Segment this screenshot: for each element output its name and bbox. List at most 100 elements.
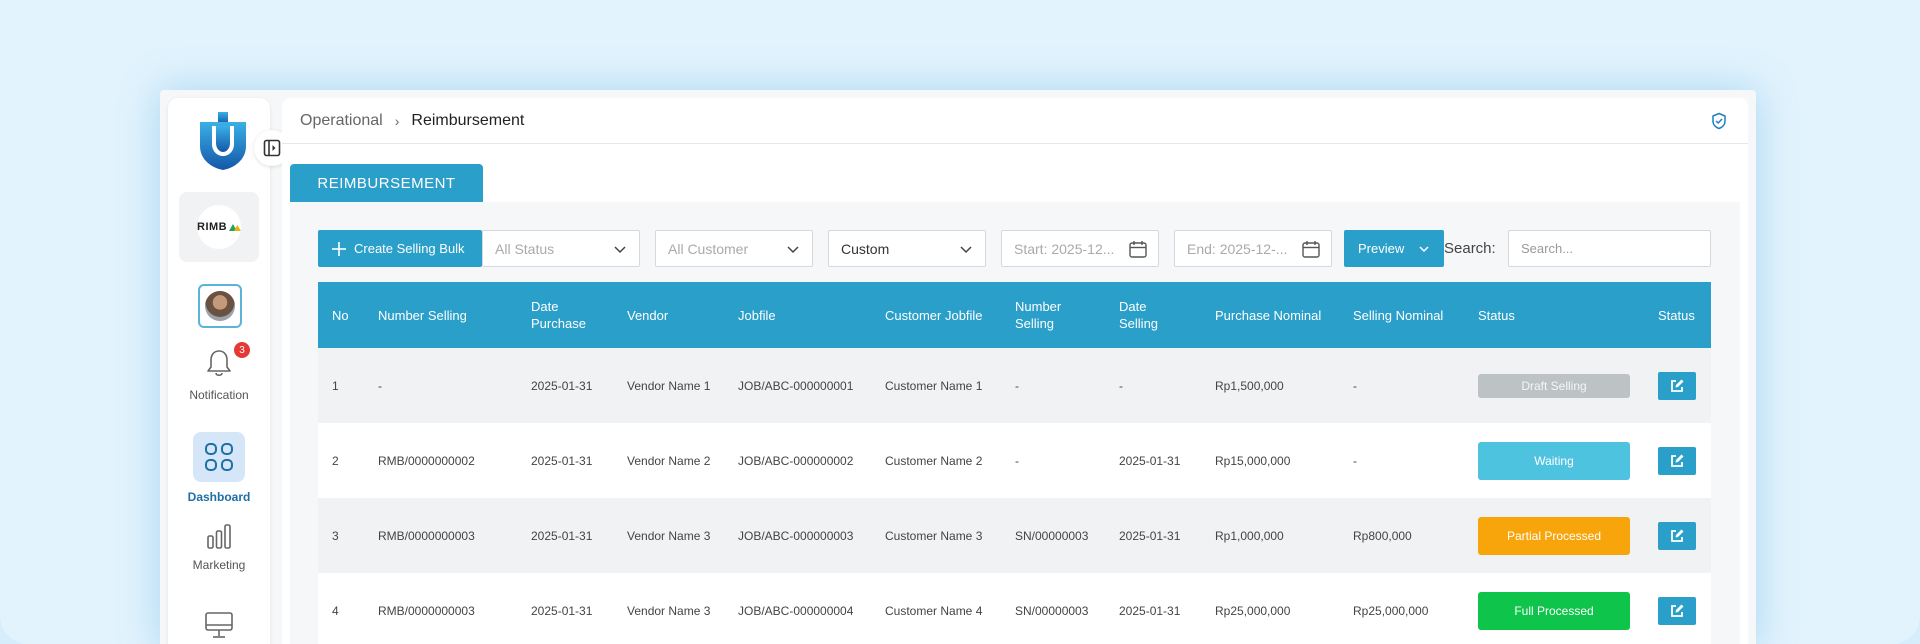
main-panel: REIMBURSEMENT Create Selling Bulk All St… [282,144,1748,644]
edit-button[interactable] [1658,446,1696,475]
notification-badge: 3 [234,342,250,358]
column-header-number-selling[interactable]: Number Selling [364,282,517,348]
chevron-down-icon [960,246,972,254]
period-filter-value: Custom [841,240,890,257]
user-avatar[interactable] [198,284,242,328]
breadcrumb-root[interactable]: Operational [300,112,383,130]
cell-number-selling2: - [1015,453,1019,468]
search-placeholder: Search... [1521,241,1574,256]
column-header-selling-nominal[interactable]: Selling Nominal [1339,282,1464,348]
cell-status: Waiting [1464,423,1644,498]
customer-filter-value: All Customer [668,240,749,257]
cell-number-selling2: SN/00000003 [1015,603,1089,618]
cell-date-purchase: 2025-01-31 [531,528,593,543]
table-header-row: No Number Selling Date Purchase Vendor Jo… [318,282,1711,348]
edit-button[interactable] [1658,596,1696,625]
cell-vendor: Vendor Name 1 [627,378,711,393]
cell-selling-nominal: Rp800,000 [1353,528,1412,543]
sidebar-item-notification[interactable]: 3 Notification [168,342,270,402]
cell-customer: Customer Name 1 [885,378,983,393]
status-filter-select[interactable]: All Status [482,230,640,267]
column-header-status[interactable]: Status [1464,282,1644,348]
preview-button[interactable]: Preview [1344,230,1444,267]
cell-date-selling: 2025-01-31 [1119,528,1181,543]
sidebar-item-label: Notification [189,388,249,402]
calendar-icon [1129,241,1147,258]
sidebar-toggle-icon [263,139,281,157]
cell-jobfile: JOB/ABC-000000001 [738,378,854,393]
cell-purchase-nominal: Rp15,000,000 [1215,453,1291,468]
start-date-input[interactable]: Start: 2025-12... [1001,230,1159,267]
bar-chart-icon [207,524,231,549]
create-selling-bulk-button[interactable]: Create Selling Bulk [318,230,482,267]
column-header-status-action[interactable]: Status [1644,282,1711,348]
header-line: Selling [1015,316,1055,331]
end-date-placeholder: End: 2025-12-... [1187,240,1288,257]
create-selling-bulk-label: Create Selling Bulk [354,241,465,256]
sidebar-item-monitor[interactable] [168,610,270,640]
chevron-down-icon [787,246,799,254]
cell-no: 2 [332,453,339,468]
column-header-date-selling[interactable]: Date Selling [1105,282,1201,348]
reimbursement-content: Create Selling Bulk All Status All Custo… [290,202,1740,644]
header-line: Number [1015,299,1062,314]
cell-action [1644,423,1711,498]
cell-purchase-nominal: Rp1,000,000 [1215,528,1284,543]
company-logo: RIMB [197,205,241,249]
column-header-date-purchase[interactable]: Date Purchase [517,282,613,348]
security-button[interactable] [1710,112,1728,135]
cell-customer: Customer Name 2 [885,453,983,468]
cell-jobfile: JOB/ABC-000000003 [738,528,854,543]
app-window: RIMB 3 Notification Dashboard Marketing … [160,90,1756,644]
period-filter-select[interactable]: Custom [828,230,986,267]
column-header-number-selling-2[interactable]: Number Selling [1001,282,1105,348]
status-badge: Partial Processed [1478,516,1630,555]
cell-action [1644,573,1711,644]
status-badge: Draft Selling [1478,373,1630,398]
column-header-customer-jobfile[interactable]: Customer Jobfile [871,282,1001,348]
table-row[interactable]: 3 RMB/0000000003 2025-01-31 Vendor Name 3 JO… [318,498,1711,573]
chevron-down-icon [1419,245,1429,252]
table-body: 1 - 2025-01-31 Vendor Name 1 JOB/ABC-0000000… [318,348,1711,644]
tab-reimbursement[interactable]: REIMBURSEMENT [290,164,483,202]
cell-selling-nominal: - [1353,453,1357,468]
column-header-purchase-nominal[interactable]: Purchase Nominal [1201,282,1339,348]
cell-date-purchase: 2025-01-31 [531,378,593,393]
cell-no: 4 [332,603,339,618]
shield-check-icon [1712,112,1726,130]
cell-selling-nominal: - [1353,378,1357,393]
cell-date-selling: 2025-01-31 [1119,603,1181,618]
company-switcher[interactable]: RIMB [179,192,259,262]
customer-filter-select[interactable]: All Customer [655,230,813,267]
app-logo[interactable] [198,112,248,172]
start-date-placeholder: Start: 2025-12... [1014,240,1115,257]
calendar-icon [1302,241,1320,258]
end-date-input[interactable]: End: 2025-12-... [1174,230,1332,267]
cell-number-selling2: SN/00000003 [1015,528,1089,543]
sidebar-item-dashboard[interactable]: Dashboard [168,432,270,504]
sidebar-item-marketing[interactable]: Marketing [168,522,270,572]
cell-purchase-nominal: Rp25,000,000 [1215,603,1291,618]
cell-number-selling: RMB/0000000003 [378,528,475,543]
column-header-jobfile[interactable]: Jobfile [724,282,871,348]
sidebar: RIMB 3 Notification Dashboard Marketing [168,98,290,644]
column-header-vendor[interactable]: Vendor [613,282,724,348]
table-row[interactable]: 4 RMB/0000000003 2025-01-31 Vendor Name 3 JO… [318,573,1711,644]
cell-vendor: Vendor Name 3 [627,528,711,543]
cell-number-selling: RMB/0000000002 [378,453,475,468]
edit-button[interactable] [1658,371,1696,400]
cell-selling-nominal: Rp25,000,000 [1353,603,1429,618]
cell-number-selling: RMB/0000000003 [378,603,475,618]
table-row[interactable]: 1 - 2025-01-31 Vendor Name 1 JOB/ABC-0000000… [318,348,1711,423]
search-input[interactable]: Search... [1508,230,1711,267]
cell-customer: Customer Name 4 [885,603,983,618]
preview-label: Preview [1358,241,1405,256]
cell-date-selling: 2025-01-31 [1119,453,1181,468]
breadcrumb: Operational › Reimbursement [300,112,524,130]
table-row[interactable]: 2 RMB/0000000002 2025-01-31 Vendor Name 2 JO… [318,423,1711,498]
user-photo [205,291,235,321]
plus-icon [332,241,346,256]
edit-button[interactable] [1658,521,1696,550]
cell-no: 1 [332,378,339,393]
column-header-no[interactable]: No [318,282,364,348]
